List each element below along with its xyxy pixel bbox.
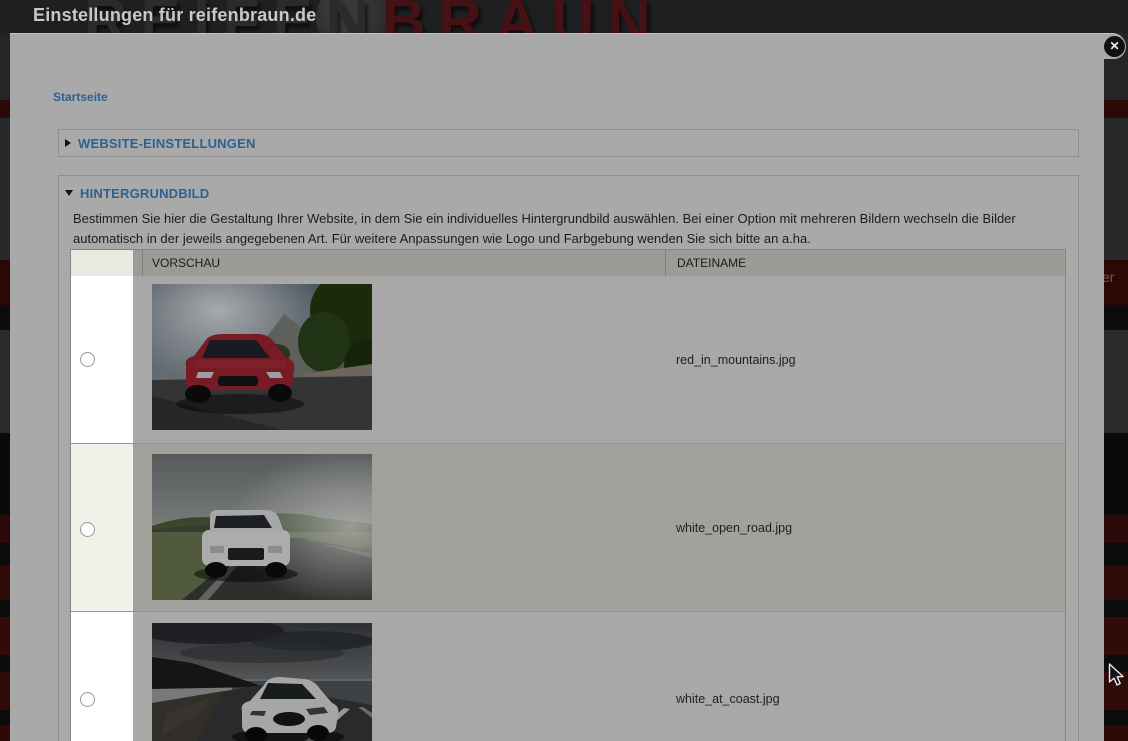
settings-title: Einstellungen für reifenbraun.de — [33, 5, 316, 26]
section-website-einstellungen-header[interactable]: WEBSITE-EINSTELLUNGEN — [65, 130, 256, 156]
mouse-cursor-icon — [1108, 663, 1128, 687]
filename: white_at_coast.jpg — [676, 612, 780, 741]
table-header-select-column — [71, 250, 133, 276]
radio-white-open-road[interactable] — [80, 522, 95, 537]
preview-image-white-open-road — [152, 454, 372, 600]
background-image-table: VORSCHAU DATEINAME — [70, 249, 1066, 741]
filename: white_open_road.jpg — [676, 444, 792, 611]
radio-cell — [71, 444, 133, 611]
table-row[interactable]: white_open_road.jpg — [71, 443, 1065, 611]
filename: red_in_mountains.jpg — [676, 276, 796, 443]
radio-red-in-mountains[interactable] — [80, 352, 95, 367]
table-row[interactable]: red_in_mountains.jpg — [71, 276, 1065, 443]
table-header-vorschau: VORSCHAU — [142, 250, 665, 276]
radio-cell — [71, 276, 133, 443]
screen: REIFENBRAUN er Einstellungen für reifenb… — [0, 0, 1128, 741]
breadcrumb-startseite[interactable]: Startseite — [53, 90, 108, 104]
preview-image-white-at-coast — [152, 623, 372, 741]
section-label: WEBSITE-EINSTELLUNGEN — [78, 136, 256, 151]
close-icon: ✕ — [1109, 39, 1119, 53]
table-header-row: VORSCHAU DATEINAME — [71, 250, 1065, 276]
close-button[interactable]: ✕ — [1104, 36, 1125, 57]
chevron-down-icon — [65, 190, 73, 196]
section-website-einstellungen[interactable]: WEBSITE-EINSTELLUNGEN — [58, 129, 1079, 157]
section-hintergrundbild-header[interactable]: HINTERGRUNDBILD — [65, 180, 209, 206]
table-row[interactable]: white_at_coast.jpg — [71, 611, 1065, 741]
section-description: Bestimmen Sie hier die Gestaltung Ihrer … — [73, 209, 1067, 249]
settings-modal: Startseite WEBSITE-EINSTELLUNGEN HINTERG… — [10, 33, 1104, 741]
preview-image-red-in-mountains — [152, 284, 372, 430]
section-label: HINTERGRUNDBILD — [80, 186, 209, 201]
chevron-right-icon — [65, 139, 71, 147]
radio-white-at-coast[interactable] — [80, 692, 95, 707]
table-header-dateiname: DATEINAME — [665, 250, 1065, 276]
radio-cell — [71, 612, 133, 741]
section-hintergrundbild: HINTERGRUNDBILD Bestimmen Sie hier die G… — [58, 175, 1079, 741]
